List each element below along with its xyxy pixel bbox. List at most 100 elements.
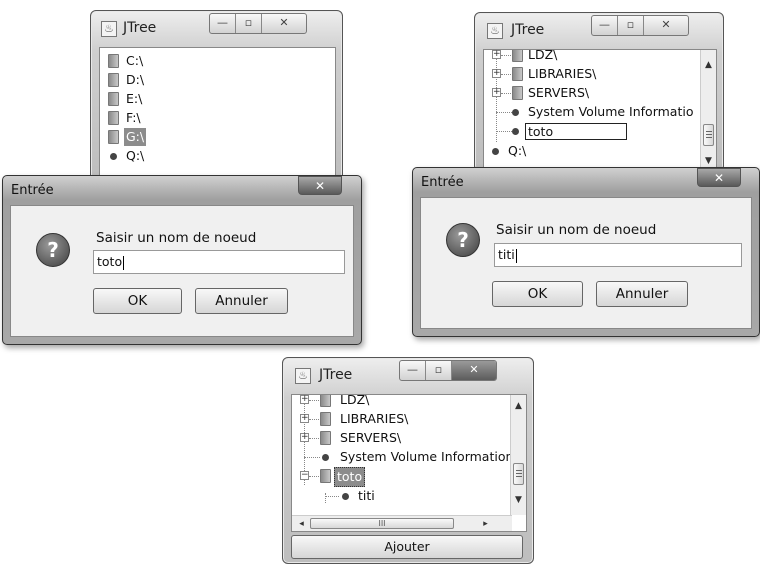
vertical-scrollbar[interactable]: ▲ ▼ bbox=[700, 50, 716, 170]
tree-connector bbox=[309, 476, 319, 477]
tree-node-label: Q:\ bbox=[508, 143, 527, 158]
tree-node-label: LDZ\ bbox=[340, 394, 370, 407]
window-title: JTree bbox=[511, 22, 545, 38]
scroll-down-icon[interactable]: ▼ bbox=[511, 493, 526, 507]
jtree-window-1: ♨ JTree — ▫ ✕ C:\ D:\ E:\ F:\ G:\ Q:\ bbox=[90, 10, 343, 185]
close-icon[interactable]: ✕ bbox=[262, 14, 306, 33]
collapse-icon[interactable]: − bbox=[300, 471, 309, 480]
tree-node-label: D:\ bbox=[126, 72, 145, 87]
tree-node-label: toto bbox=[334, 467, 366, 487]
tree-node-label: SERVERS\ bbox=[340, 430, 402, 445]
tree-view[interactable]: C:\ D:\ E:\ F:\ G:\ Q:\ bbox=[99, 47, 336, 184]
jtree-window-3: ♨ JTree — ▫ ✕ + LDZ\ + LIBRARIES\ + SERV… bbox=[282, 357, 534, 564]
scroll-down-icon[interactable]: ▼ bbox=[701, 154, 716, 168]
folder-icon bbox=[320, 469, 331, 483]
title-bar[interactable]: ♨ JTree — ▫ ✕ bbox=[475, 13, 723, 47]
tree-node-label: SERVERS\ bbox=[528, 85, 590, 100]
node-name-input[interactable]: toto bbox=[93, 250, 345, 274]
leaf-icon bbox=[512, 109, 519, 116]
scroll-up-icon[interactable]: ▲ bbox=[701, 58, 716, 72]
grip-line bbox=[516, 470, 522, 471]
scroll-thumb[interactable]: III bbox=[310, 518, 454, 529]
add-button[interactable]: Ajouter bbox=[291, 535, 523, 559]
text-caret bbox=[123, 255, 125, 270]
caption-buttons: — ▫ ✕ bbox=[591, 15, 689, 36]
close-icon[interactable]: ✕ bbox=[697, 168, 741, 187]
grip-icon: III bbox=[378, 519, 386, 528]
tree-connector bbox=[501, 93, 511, 94]
expand-icon[interactable]: + bbox=[300, 433, 309, 442]
java-app-icon[interactable]: ♨ bbox=[101, 21, 117, 37]
tree-node-label: LDZ\ bbox=[528, 49, 558, 62]
maximize-icon[interactable]: ▫ bbox=[618, 16, 644, 35]
tree-node-label: titi bbox=[358, 488, 375, 503]
grip-line bbox=[706, 134, 712, 135]
cancel-button[interactable]: Annuler bbox=[596, 281, 688, 307]
grip-line bbox=[706, 137, 712, 138]
minimize-icon[interactable]: — bbox=[592, 16, 618, 35]
ok-button[interactable]: OK bbox=[93, 288, 182, 314]
tree-view[interactable]: + LDZ\ + LIBRARIES\ + SERVERS\ System Vo… bbox=[483, 49, 717, 171]
java-app-icon[interactable]: ♨ bbox=[295, 368, 311, 384]
text-caret bbox=[515, 248, 517, 263]
dialog-title: Entrée bbox=[421, 175, 464, 190]
horizontal-scrollbar[interactable]: ◂ III ▸ bbox=[292, 515, 512, 531]
folder-icon bbox=[108, 111, 119, 125]
scroll-thumb[interactable] bbox=[703, 124, 714, 146]
input-dialog-1: Entrée ✕ ? Saisir un nom de noeud toto O… bbox=[2, 175, 362, 345]
scroll-up-icon[interactable]: ▲ bbox=[511, 399, 526, 413]
java-app-icon[interactable]: ♨ bbox=[487, 23, 503, 39]
cancel-button[interactable]: Annuler bbox=[195, 288, 288, 314]
scroll-left-icon[interactable]: ◂ bbox=[294, 517, 309, 531]
tree-cell-editor[interactable]: toto bbox=[525, 123, 627, 140]
leaf-icon bbox=[322, 454, 329, 461]
maximize-icon[interactable]: ▫ bbox=[426, 361, 452, 380]
expand-icon[interactable]: + bbox=[300, 414, 309, 423]
title-bar[interactable]: ♨ JTree — ▫ ✕ bbox=[91, 11, 342, 45]
dialog-prompt: Saisir un nom de noeud bbox=[96, 230, 257, 246]
tree-node-label: G:\ bbox=[124, 128, 147, 146]
tree-connector bbox=[501, 55, 511, 56]
expand-icon[interactable]: + bbox=[492, 69, 501, 78]
node-name-input[interactable]: titi bbox=[494, 243, 742, 267]
grip-line bbox=[516, 473, 522, 474]
ok-button[interactable]: OK bbox=[492, 281, 583, 307]
folder-icon bbox=[320, 412, 331, 426]
minimize-icon[interactable]: — bbox=[210, 14, 236, 33]
tree-view[interactable]: + LDZ\ + LIBRARIES\ + SERVERS\ System Vo… bbox=[291, 394, 527, 532]
tree-connector bbox=[325, 493, 326, 503]
vertical-scrollbar[interactable]: ▲ ▼ bbox=[510, 395, 526, 515]
tree-node-label: F:\ bbox=[126, 110, 141, 125]
tree-connector bbox=[325, 496, 339, 497]
tree-node-label: Q:\ bbox=[126, 148, 145, 163]
expand-icon[interactable]: + bbox=[492, 50, 501, 59]
scroll-thumb[interactable] bbox=[513, 463, 524, 485]
leaf-icon bbox=[110, 153, 117, 160]
folder-icon bbox=[108, 73, 119, 87]
expand-icon[interactable]: + bbox=[300, 395, 309, 404]
leaf-icon bbox=[512, 128, 519, 135]
tree-node-label: LIBRARIES\ bbox=[528, 66, 597, 81]
title-bar[interactable]: ♨ JTree — ▫ ✕ bbox=[283, 358, 533, 392]
leaf-icon bbox=[342, 493, 349, 500]
tree-node-label: C:\ bbox=[126, 53, 144, 68]
tree-connector bbox=[309, 438, 319, 439]
maximize-icon[interactable]: ▫ bbox=[236, 14, 262, 33]
window-title: JTree bbox=[123, 20, 157, 36]
close-icon[interactable]: ✕ bbox=[452, 361, 496, 380]
tree-node-label: System Volume Information bbox=[340, 449, 514, 464]
close-icon[interactable]: ✕ bbox=[298, 176, 342, 195]
minimize-icon[interactable]: — bbox=[400, 361, 426, 380]
folder-icon bbox=[320, 431, 331, 445]
caption-buttons: — ▫ ✕ bbox=[209, 13, 307, 34]
window-title: JTree bbox=[319, 367, 353, 383]
dialog-body: ? Saisir un nom de noeud toto OK Annuler bbox=[10, 205, 354, 337]
question-icon: ? bbox=[446, 223, 480, 257]
tree-connector bbox=[309, 400, 319, 401]
folder-icon bbox=[512, 86, 523, 100]
close-icon[interactable]: ✕ bbox=[644, 16, 688, 35]
expand-icon[interactable]: + bbox=[492, 88, 501, 97]
scroll-right-icon[interactable]: ▸ bbox=[478, 517, 493, 531]
folder-icon bbox=[512, 50, 523, 62]
tree-connector bbox=[501, 74, 511, 75]
